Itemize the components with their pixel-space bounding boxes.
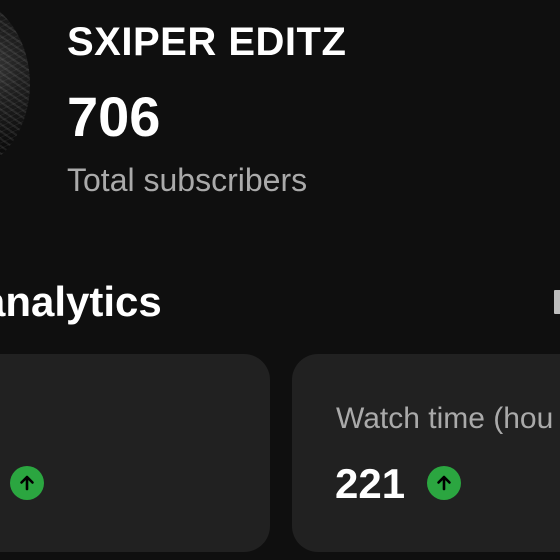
analytics-card-views[interactable] xyxy=(0,354,270,552)
channel-name: SXIPER EDITZ xyxy=(67,20,347,64)
subscriber-count: 706 xyxy=(67,85,161,148)
analytics-card-watch-time[interactable]: Watch time (hou 221 xyxy=(292,354,560,552)
analytics-title-text: analytics xyxy=(0,278,162,325)
channel-dashboard: SXIPER EDITZ 706 Total subscribers analy… xyxy=(0,0,560,560)
subscriber-label: Total subscribers xyxy=(67,162,308,198)
section-action-icon[interactable] xyxy=(554,290,560,314)
card-value: 221 xyxy=(335,460,406,507)
arrow-up-circle-icon xyxy=(427,466,461,500)
card-label: Watch time (hou xyxy=(336,402,554,435)
analytics-section-title: analytics xyxy=(0,278,162,326)
arrow-up-circle-icon xyxy=(10,466,44,500)
channel-avatar[interactable] xyxy=(0,0,30,174)
